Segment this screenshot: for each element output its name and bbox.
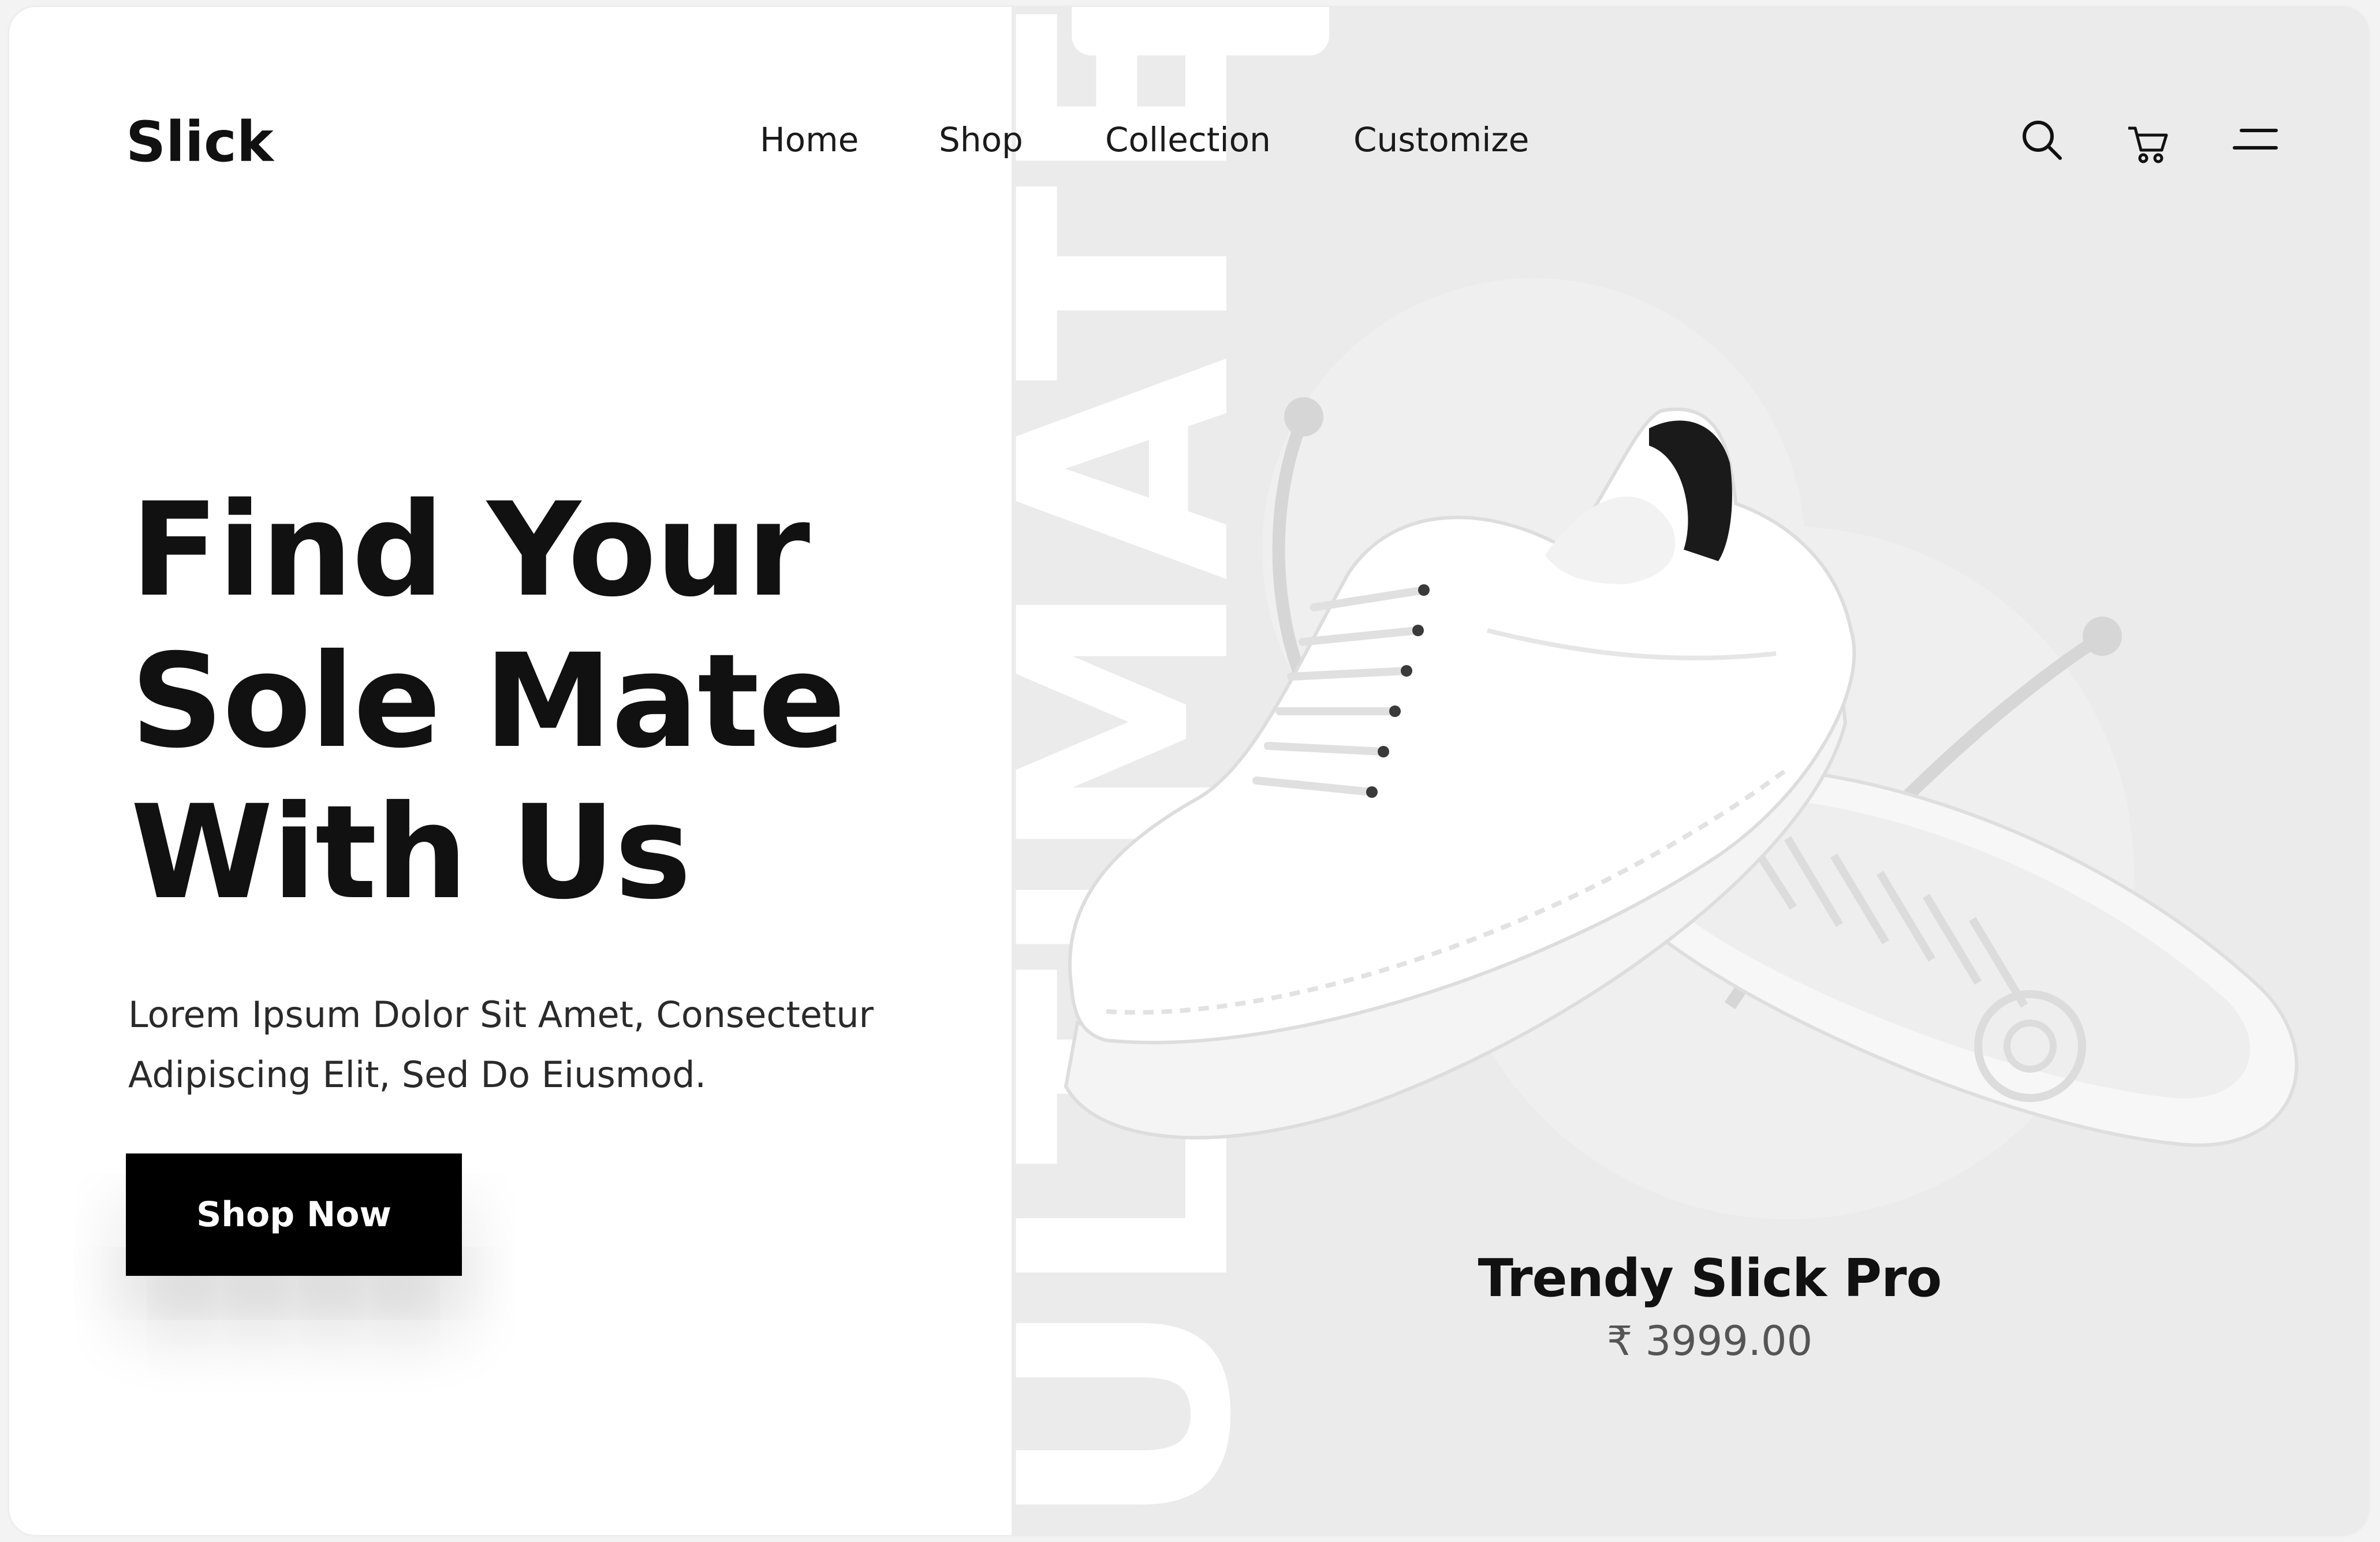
hero-title-line: With Us (130, 777, 692, 928)
cart-icon[interactable] (2125, 120, 2171, 166)
hero-description: Lorem Ipsum Dolor Sit Amet, Consectetur … (128, 985, 994, 1105)
decor-dot-right (2083, 617, 2122, 656)
hero-title-line: Find Your (130, 475, 810, 625)
shop-now-button[interactable]: Shop Now (126, 1153, 462, 1276)
hero-description-line: Lorem Ipsum Dolor Sit Amet, Consectetur (128, 994, 874, 1036)
nav-item-customize[interactable]: Customize (1353, 120, 1529, 159)
nav-item-home[interactable]: Home (760, 120, 859, 159)
nav-item-shop[interactable]: Shop (939, 120, 1023, 159)
menu-icon[interactable] (2232, 122, 2278, 169)
hero-title: Find Your Sole Mate With Us (130, 475, 985, 928)
decor-dot-left (1284, 397, 1323, 436)
product-name[interactable]: Trendy Slick Pro (1210, 1248, 2209, 1309)
search-icon[interactable] (2019, 117, 2065, 163)
product-price: ₹ 3999.00 (1606, 1317, 1813, 1365)
hero-description-line: Adipiscing Elit, Sed Do Eiusmod. (128, 1054, 707, 1096)
landing-page: ULTIMATE Slick Home Shop Collection Cust… (9, 7, 2368, 1535)
brand-logo[interactable]: Slick (126, 110, 274, 174)
nav-item-collection[interactable]: Collection (1105, 120, 1271, 159)
hero-title-line: Sole Mate (130, 626, 846, 776)
